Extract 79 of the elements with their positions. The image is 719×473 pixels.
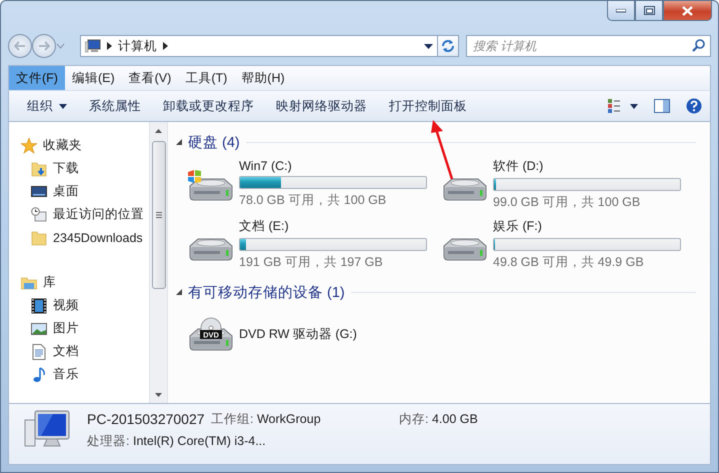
property-value: WorkGroup	[256, 412, 321, 426]
toolbar-button[interactable]: 系统属性	[81, 98, 155, 114]
nav-item[interactable]: 视频	[21, 294, 149, 317]
nav-item[interactable]: 音乐	[21, 363, 149, 386]
library-folder-icon	[21, 274, 37, 290]
chevron-icon[interactable]	[163, 42, 168, 50]
breadcrumb-item[interactable]: 计算机	[118, 38, 157, 54]
address-field[interactable]: 计算机	[80, 35, 438, 57]
nav-item[interactable]: 下载	[21, 157, 149, 180]
nav-item[interactable]: 2345Downloads	[21, 226, 149, 249]
menu-item[interactable]: 查看(V)	[122, 66, 178, 90]
star-icon	[21, 138, 37, 154]
chevron-icon	[107, 42, 112, 50]
computer-icon	[85, 39, 101, 53]
menu-item[interactable]: 文件(F)	[9, 66, 65, 90]
minimize-icon	[616, 8, 626, 12]
menu-item[interactable]: 工具(T)	[178, 66, 234, 90]
back-arrow-icon	[14, 41, 26, 51]
property-value: 4.00 GB	[432, 412, 478, 426]
drive-name[interactable]: 娱乐 (F:)	[493, 218, 681, 234]
scroll-up-icon[interactable]	[155, 128, 162, 132]
annotation-arrow	[429, 119, 455, 181]
toolbar-button[interactable]: 映射网络驱动器	[268, 98, 381, 114]
nav-item[interactable]: 桌面	[21, 180, 149, 203]
menu-item[interactable]: 帮助(H)	[234, 66, 292, 90]
dropdown-caret-icon[interactable]	[424, 44, 433, 48]
menu-item[interactable]: 编辑(E)	[64, 66, 122, 90]
folder-icon	[31, 230, 47, 246]
refresh-icon	[441, 39, 455, 53]
forward-button[interactable]	[32, 34, 56, 58]
search-field[interactable]: 搜索 计算机	[466, 35, 711, 57]
computer-name: PC-201503270027	[87, 411, 206, 428]
nav-item[interactable]: 最近访问的位置	[21, 203, 149, 226]
nav-item[interactable]: 图片	[21, 317, 149, 340]
picture-icon	[31, 320, 47, 336]
maximize-button[interactable]	[635, 1, 663, 21]
drive-name[interactable]: Win7 (C:)	[239, 159, 427, 173]
group-header[interactable]: 硬盘 (4)	[188, 132, 240, 152]
minimize-button[interactable]	[607, 1, 635, 21]
film-icon	[31, 298, 47, 314]
property-value: Intel(R) Core(TM) i3-4...	[132, 434, 266, 448]
drive-name[interactable]: 文档 (E:)	[239, 218, 427, 234]
toolbar-button[interactable]: 打开控制面板	[381, 98, 481, 114]
back-button[interactable]	[8, 34, 32, 58]
expanded-triangle-icon[interactable]	[176, 139, 182, 145]
drive-name[interactable]: 软件 (D:)	[493, 158, 681, 174]
recent-places-icon	[31, 206, 47, 222]
nav-item[interactable]: 收藏夹	[21, 134, 149, 157]
property-label: 工作组:	[211, 412, 254, 426]
drive-name[interactable]: DVD RW 驱动器 (G:)	[239, 326, 357, 342]
free-space-text: 49.8 GB 可用，共 49.9 GB	[493, 254, 645, 270]
desktop-icon	[31, 184, 47, 200]
close-button[interactable]	[663, 1, 712, 21]
free-space-text: 99.0 GB 可用，共 100 GB	[493, 194, 642, 210]
dropdown-caret-icon	[59, 104, 67, 108]
document-icon	[31, 344, 47, 360]
search-icon[interactable]	[692, 39, 705, 52]
property-label: 内存:	[399, 412, 428, 426]
view-options-icon[interactable]	[608, 99, 638, 113]
property-label: 处理器:	[87, 434, 130, 448]
help-icon[interactable]	[686, 98, 702, 114]
refresh-button[interactable]	[437, 35, 459, 57]
toolbar-button[interactable]: 卸载或更改程序	[155, 98, 268, 114]
scroll-down-icon[interactable]	[155, 392, 162, 396]
toolbar-button[interactable]: 组织	[19, 98, 81, 114]
group-header[interactable]: 有可移动存储的设备 (1)	[188, 282, 345, 302]
free-space-text: 191 GB 可用，共 197 GB	[239, 254, 384, 270]
music-note-icon	[31, 366, 47, 382]
nav-item[interactable]: 库	[21, 271, 149, 294]
preview-pane-icon[interactable]	[654, 99, 670, 113]
close-icon	[682, 6, 693, 16]
maximize-icon	[644, 6, 654, 15]
download-folder-icon	[31, 160, 47, 176]
forward-arrow-icon	[38, 41, 50, 51]
scrollbar-thumb[interactable]	[152, 141, 166, 289]
free-space-text: 78.0 GB 可用，共 100 GB	[239, 192, 388, 209]
expanded-triangle-icon[interactable]	[176, 289, 182, 295]
nav-item[interactable]: 文档	[21, 340, 149, 363]
grip-icon	[156, 212, 162, 218]
